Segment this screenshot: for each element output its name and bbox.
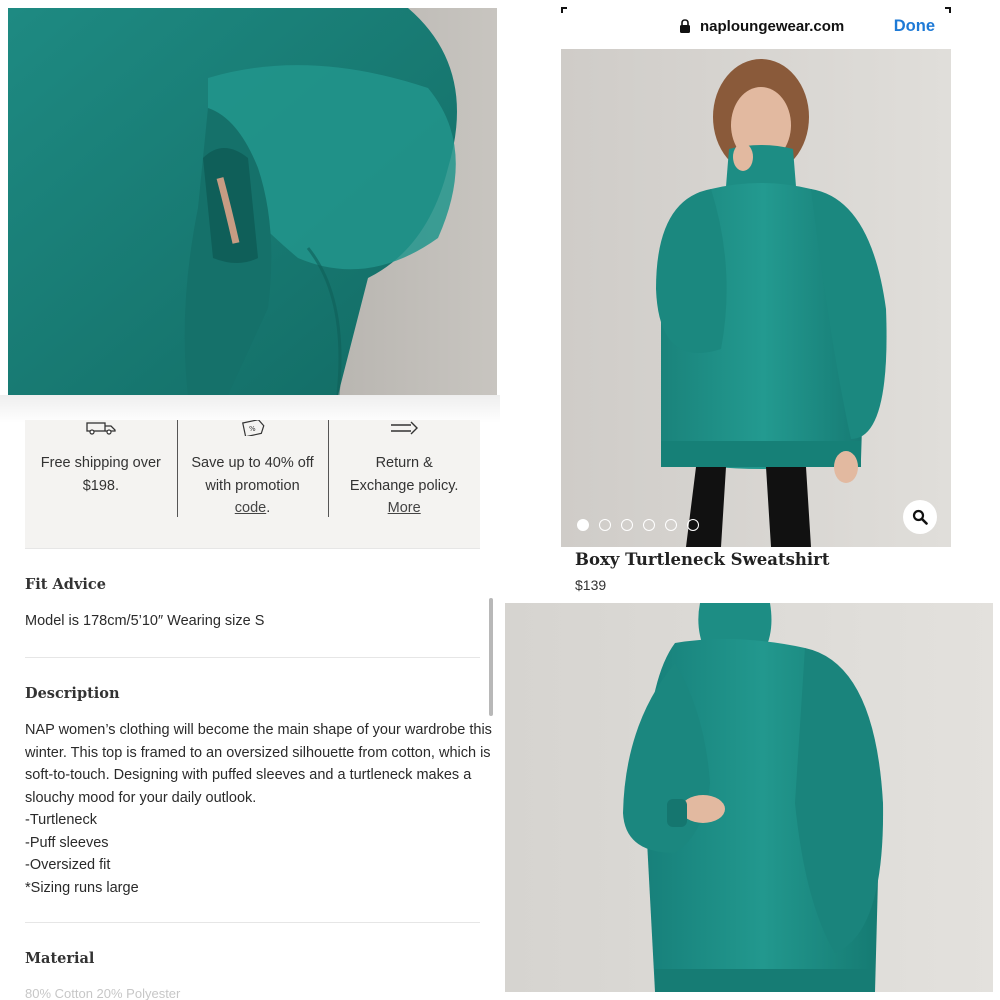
- zoom-button[interactable]: [903, 500, 937, 534]
- carousel-dot[interactable]: [577, 519, 589, 531]
- description-line: NAP women’s clothing will become the mai…: [25, 722, 492, 738]
- fit-advice-title: Fit Advice: [25, 576, 106, 593]
- perk-text: $198.: [82, 477, 119, 494]
- perk-link-suffix: .: [266, 500, 271, 516]
- perk-text: Return &: [375, 455, 433, 471]
- arrow-icon: [391, 421, 419, 435]
- description-line: *Sizing runs large: [25, 879, 139, 896]
- perk-text: with promotion: [205, 477, 300, 494]
- product-price: $139: [575, 577, 607, 593]
- image-carousel-dots: [577, 519, 699, 531]
- truck-icon: [86, 422, 116, 435]
- section-divider: [25, 922, 480, 923]
- fit-advice-text: Model is 178cm/5’10″ Wearing size S: [25, 613, 265, 629]
- sweatshirt-closeup-photo: [8, 8, 497, 395]
- tag-icon: %: [241, 420, 264, 436]
- magnifier-icon: [912, 509, 928, 525]
- perk-text: Save up to 40% off: [191, 455, 314, 471]
- description-line: soft-to-touch. Designing with puffed sle…: [25, 767, 472, 783]
- perk-free-shipping: Free shipping over $198.: [25, 420, 177, 548]
- perk-text: Exchange policy.: [349, 477, 459, 494]
- screenshot-collage: Free shipping over $198. % Save up to 40…: [0, 0, 1000, 1000]
- material-text: 80% Cotton 20% Polyester: [25, 986, 181, 1000]
- product-hero-image[interactable]: [561, 49, 951, 547]
- perk-link-line: More: [328, 497, 480, 520]
- perks-box: Free shipping over $198. % Save up to 40…: [25, 420, 480, 548]
- product-info-panel: Free shipping over $198. % Save up to 40…: [0, 0, 500, 1000]
- description-line: -Oversized fit: [25, 857, 111, 873]
- perk-return-exchange: Return & Exchange policy. More: [328, 420, 480, 548]
- section-divider: [25, 548, 480, 549]
- sweatshirt-model-photo: [505, 603, 993, 992]
- description-body: NAP women’s clothing will become the mai…: [25, 719, 492, 899]
- carousel-dot[interactable]: [687, 519, 699, 531]
- carousel-dot[interactable]: [643, 519, 655, 531]
- url-text[interactable]: naploungewear.com: [700, 18, 844, 35]
- perk-text: Free shipping over: [40, 455, 161, 471]
- carousel-dot[interactable]: [599, 519, 611, 531]
- description-line: -Turtleneck: [25, 812, 97, 828]
- carousel-dot[interactable]: [665, 519, 677, 531]
- svg-text:%: %: [249, 425, 256, 433]
- scrollbar[interactable]: [489, 598, 493, 716]
- description-title: Description: [25, 685, 120, 702]
- description-line: winter. This top is framed to an oversiz…: [25, 744, 491, 761]
- perk-promotion: % Save up to 40% off with promotion code…: [176, 420, 329, 548]
- product-title: Boxy Turtleneck Sweatshirt: [575, 550, 830, 569]
- panel-divider-shadow: [0, 395, 500, 423]
- return-policy-more-link[interactable]: More: [388, 500, 421, 516]
- section-divider: [25, 657, 480, 658]
- perk-link-line: code.: [177, 497, 329, 520]
- lock-icon: [680, 19, 690, 33]
- in-app-browser: naploungewear.com Done Boxy Turtleneck S…: [561, 7, 951, 597]
- carousel-dot[interactable]: [621, 519, 633, 531]
- browser-url-bar: naploungewear.com Done: [561, 7, 951, 49]
- done-button[interactable]: Done: [894, 17, 935, 36]
- material-title: Material: [25, 950, 95, 967]
- description-line: slouchy mood for your daily outlook.: [25, 789, 257, 806]
- promotion-code-link[interactable]: code: [235, 500, 266, 516]
- description-line: -Puff sleeves: [25, 834, 109, 851]
